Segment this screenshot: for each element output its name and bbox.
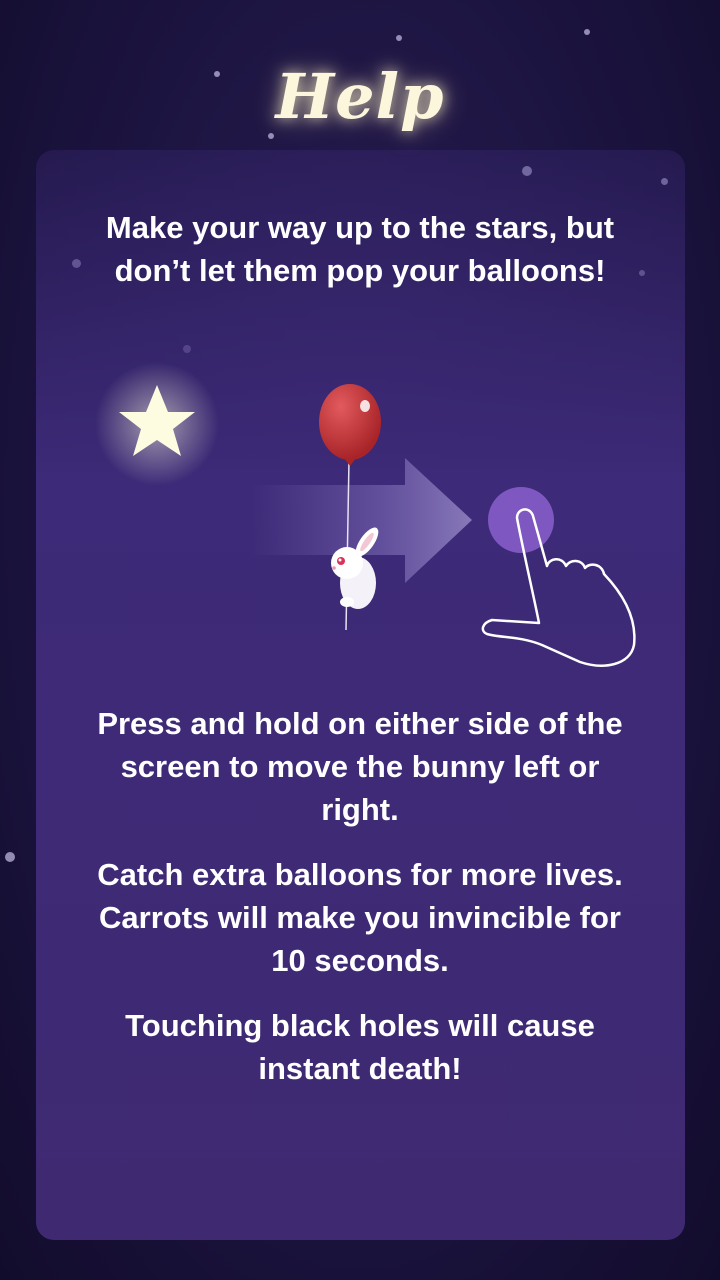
intro-text: Make your way up to the stars, but don’t…	[105, 210, 615, 288]
tutorial-illustration	[95, 362, 636, 667]
bg-star	[268, 133, 274, 139]
instruction-move: Press and hold on either side of the scr…	[97, 706, 623, 827]
page-title: Help	[275, 60, 445, 133]
instruction-black-holes: Touching black holes will cause instant …	[125, 1008, 595, 1086]
instruction-balloons-carrots: Catch extra balloons for more lives. Car…	[97, 857, 623, 978]
bg-star	[396, 35, 402, 41]
star-icon	[95, 362, 219, 486]
bg-star	[5, 852, 15, 862]
hand-tap-icon	[481, 487, 636, 667]
bg-star	[584, 29, 590, 35]
